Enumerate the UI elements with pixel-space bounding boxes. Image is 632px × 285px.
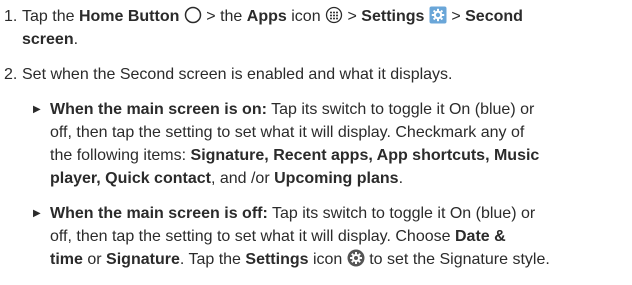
settings-label: Settings <box>361 8 425 25</box>
step-1-line-1: Tap the Home Button > the Apps icon > Se… <box>22 6 523 30</box>
bullet-triangle-icon: ▶ <box>33 104 41 115</box>
circle-outline-icon <box>184 6 202 30</box>
home-button-label: Home Button <box>78 8 180 25</box>
step-number: 2. <box>4 66 18 83</box>
second-screen-label: Second <box>465 8 523 25</box>
step-2-text: Set when the Second screen is enabled an… <box>22 66 453 83</box>
step-1-line-2: screen. <box>22 31 79 48</box>
gear-circle-icon <box>347 249 365 273</box>
bullet-triangle-icon: ▶ <box>33 208 41 219</box>
gear-square-icon <box>429 6 447 30</box>
apps-grid-icon <box>325 6 343 30</box>
step-number: 1. <box>4 8 18 25</box>
apps-label: Apps <box>246 8 287 25</box>
